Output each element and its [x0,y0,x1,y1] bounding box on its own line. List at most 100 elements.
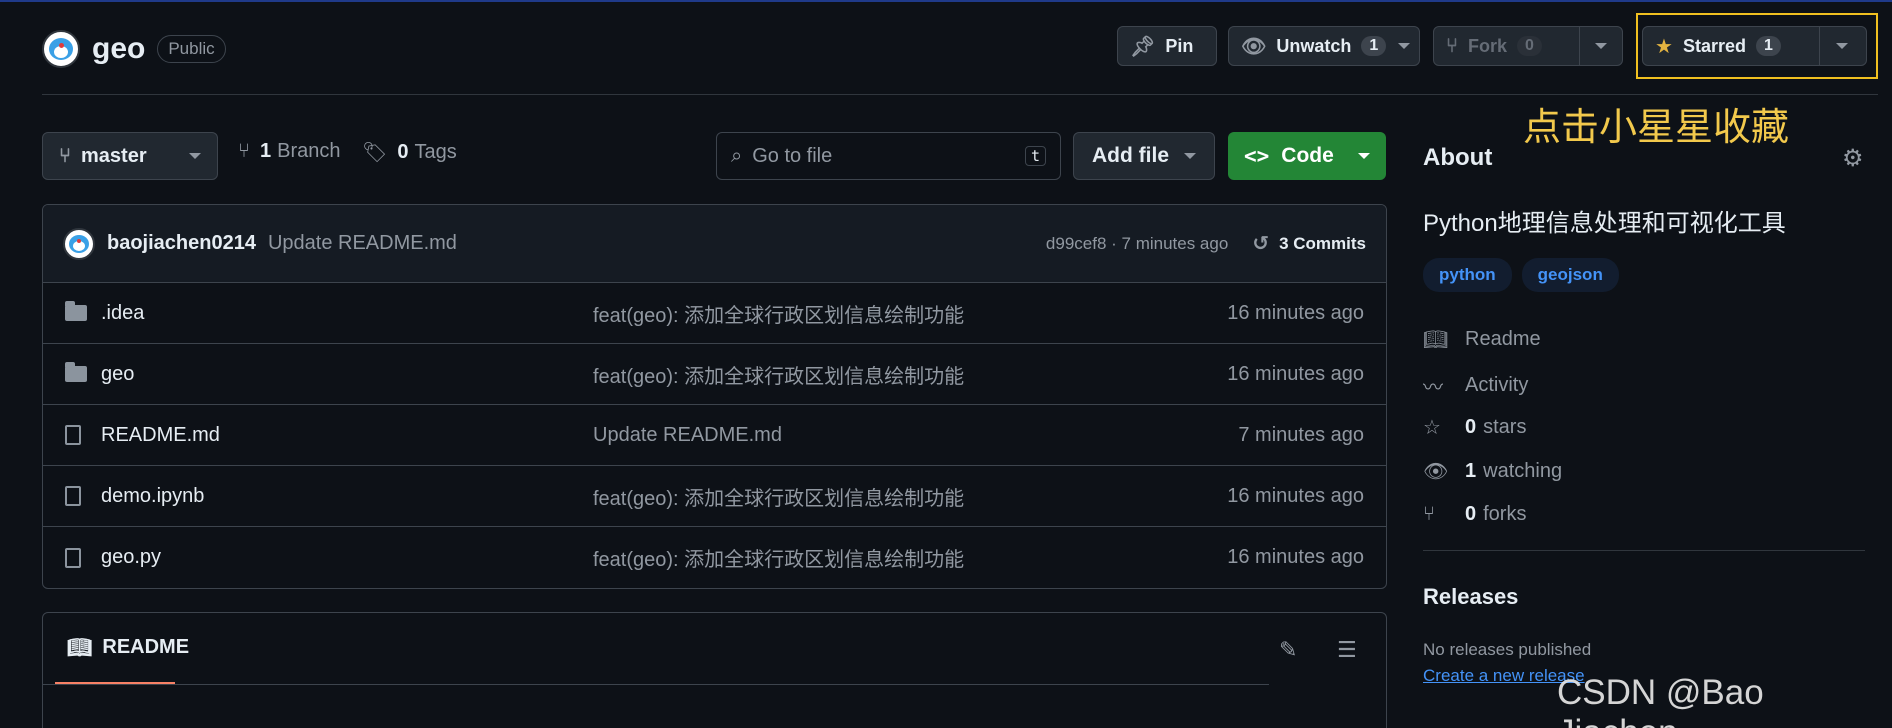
repo-description: Python地理信息处理和可视化工具 [1423,210,1786,237]
eye-icon: 👁︎ [1241,35,1267,58]
top-accent-line [0,0,1892,2]
branch-count: 1 [260,140,272,162]
unwatch-count: 1 [1361,36,1387,56]
unwatch-button[interactable]: 👁︎ Unwatch 1 [1228,26,1420,66]
file-name[interactable]: .idea [101,302,593,325]
author-avatar[interactable] [63,227,95,260]
header-divider [42,94,1878,95]
fork-button[interactable]: ⑂ Fork 0 [1433,26,1623,66]
forks-count: 0 [1465,503,1477,525]
file-row[interactable]: demo.ipynb feat(geo): 添加全球行政区划信息绘制功能 16 … [43,466,1386,527]
code-label: Code [1281,144,1334,167]
watching-count: 1 [1465,460,1477,482]
code-button[interactable]: <> Code [1228,132,1386,180]
pulse-icon: 〰 [1423,377,1443,399]
book-icon: 📖︎ [67,637,93,659]
activity-link[interactable]: 〰 Activity [1423,371,1528,400]
file-row[interactable]: geo.py feat(geo): 添加全球行政区划信息绘制功能 16 minu… [43,527,1386,588]
add-file-button[interactable]: Add file [1073,132,1215,180]
branch-selector[interactable]: ⑂ master [42,132,218,180]
fork-icon: ⑂ [1423,503,1435,525]
owner-avatar[interactable] [42,30,80,68]
file-name[interactable]: demo.ipynb [101,485,593,508]
code-icon: <> [1244,144,1270,168]
readme-panel: 📖︎ README ✎ ☰ [42,612,1387,728]
readme-tab-label: README [102,636,190,658]
pencil-icon[interactable]: ✎ [1279,637,1297,663]
latest-commit-row: baojiachen0214 Update README.md d99cef8 … [43,205,1386,283]
repo-name[interactable]: geo [92,32,145,66]
chevron-down-icon[interactable] [1398,43,1411,49]
readme-divider [43,684,1269,685]
commit-hash-time[interactable]: d99cef8 · 7 minutes ago [1046,234,1228,254]
chevron-down-icon [189,153,201,159]
forks-label: forks [1483,503,1527,525]
stars-count: 0 [1465,416,1477,438]
topics-list: python geojson [1423,258,1619,292]
file-commit-message[interactable]: feat(geo): 添加全球行政区划信息绘制功能 [593,299,1227,328]
visibility-badge: Public [157,35,226,63]
tag-count: 0 [397,141,409,163]
annotation-text: 点击小星星收藏 [1523,105,1790,149]
repo-header: geo Public [42,26,226,72]
unwatch-label: Unwatch [1276,35,1352,56]
file-time: 16 minutes ago [1227,546,1364,568]
search-placeholder: Go to file [752,144,833,167]
fork-dropdown[interactable] [1578,27,1622,65]
readme-tab[interactable]: 📖︎ README [67,635,189,660]
fork-label: Fork [1468,35,1508,56]
releases-heading[interactable]: Releases [1423,584,1518,610]
file-list: baojiachen0214 Update README.md d99cef8 … [42,204,1387,589]
highlight-box [1636,13,1878,79]
branch-icon: ⑂ [238,140,250,162]
tags-link[interactable]: 🏷︎ 0 Tags [362,140,457,165]
file-row[interactable]: README.md Update README.md 7 minutes ago [43,405,1386,466]
pin-button[interactable]: 📌︎ Pin [1117,26,1217,66]
list-icon[interactable]: ☰ [1337,637,1357,663]
file-commit-message[interactable]: Update README.md [593,424,1238,447]
file-commit-message[interactable]: feat(geo): 添加全球行政区划信息绘制功能 [593,360,1227,389]
branches-link[interactable]: ⑂ 1 Branch [238,140,341,163]
chevron-down-icon [1594,43,1607,49]
file-icon [65,547,91,568]
commits-link[interactable]: ↺ 3 Commits [1252,231,1366,256]
file-row[interactable]: .idea feat(geo): 添加全球行政区划信息绘制功能 16 minut… [43,283,1386,344]
fork-count: 0 [1517,36,1542,56]
branch-icon: ⑂ [59,144,71,167]
branch-name: master [81,144,147,167]
readme-link-label: Readme [1465,328,1541,350]
topic-tag[interactable]: python [1423,258,1512,292]
forks-link[interactable]: ⑂ 0 forks [1423,503,1526,526]
gear-icon[interactable]: ⚙ [1842,144,1864,173]
file-time: 16 minutes ago [1227,362,1364,385]
file-time: 16 minutes ago [1227,484,1364,507]
file-row[interactable]: geo feat(geo): 添加全球行政区划信息绘制功能 16 minutes… [43,344,1386,405]
commit-message[interactable]: Update README.md [268,232,457,255]
tag-icon: 🏷︎ [362,142,388,164]
stars-link[interactable]: ☆ 0 stars [1423,415,1526,440]
file-name[interactable]: geo.py [101,546,593,569]
no-releases-text: No releases published [1423,640,1592,659]
tag-label: Tags [414,141,457,163]
readme-link[interactable]: 📖︎ Readme [1423,327,1541,352]
file-commit-message[interactable]: feat(geo): 添加全球行政区划信息绘制功能 [593,543,1227,572]
topic-tag[interactable]: geojson [1521,258,1619,292]
file-name[interactable]: geo [101,363,593,386]
folder-icon [65,362,91,382]
book-icon: 📖︎ [1423,329,1449,351]
chevron-down-icon [1184,153,1196,159]
commits-label: 3 Commits [1279,233,1366,253]
file-time: 7 minutes ago [1238,423,1364,446]
go-to-file-input[interactable]: ⌕ Go to file t [716,132,1061,180]
fork-icon: ⑂ [1446,34,1458,57]
chevron-down-icon [1358,153,1370,159]
add-file-label: Add file [1092,144,1169,167]
file-name[interactable]: README.md [101,424,593,447]
search-icon: ⌕ [731,144,743,167]
stars-label: stars [1483,416,1527,438]
activity-label: Activity [1465,374,1529,396]
commit-author[interactable]: baojiachen0214 [107,232,256,255]
file-commit-message[interactable]: feat(geo): 添加全球行政区划信息绘制功能 [593,482,1227,511]
branch-label: Branch [277,140,341,162]
watching-link[interactable]: 👁︎ 1 watching [1423,459,1562,484]
